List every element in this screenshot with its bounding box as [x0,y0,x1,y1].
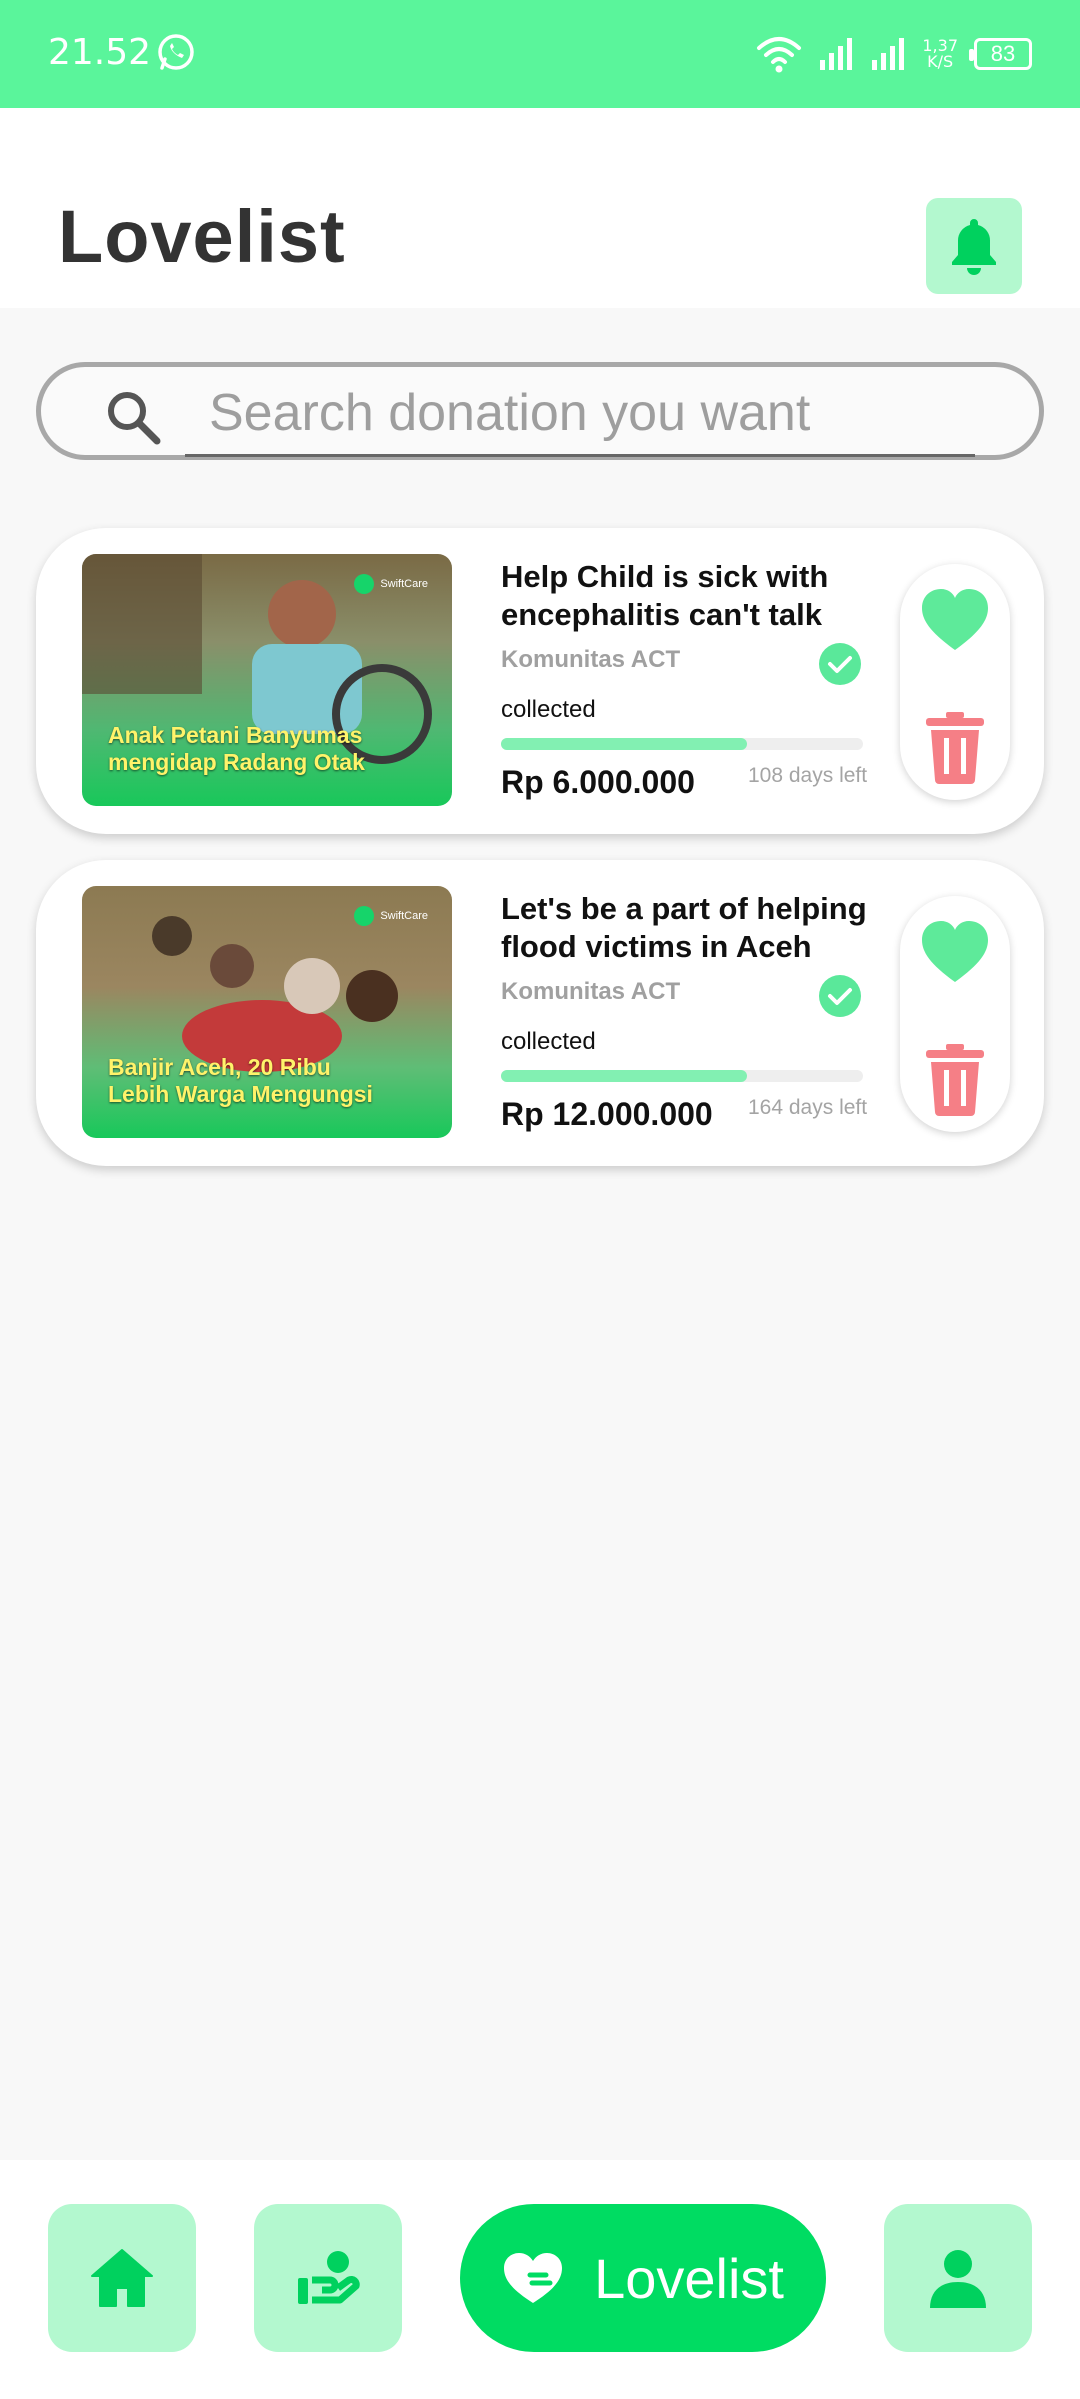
person-icon [930,2250,986,2308]
collected-amount: Rp 6.000.000 [501,764,695,800]
thumbnail-caption: Banjir Aceh, 20 Ribu Lebih Warga Mengung… [108,1053,373,1107]
nav-profile-button[interactable] [884,2204,1032,2352]
battery-icon: 83 [969,38,1032,70]
net-speed: 1,37 K/S [922,38,958,70]
trash-icon[interactable] [924,1042,986,1116]
donation-thumbnail[interactable]: SwiftCare Banjir Aceh, 20 Ribu Lebih War… [82,886,452,1138]
nav-lovelist-button[interactable]: Lovelist [460,2204,826,2352]
net-speed-unit: K/S [927,52,954,71]
nav-home-button[interactable] [48,2204,196,2352]
notification-button[interactable] [926,198,1022,294]
collected-label: collected [501,1028,596,1055]
nav-donate-button[interactable] [254,2204,402,2352]
signal-icon-2 [872,38,905,70]
progress-fill [501,1070,748,1082]
donation-thumbnail[interactable]: SwiftCare Anak Petani Banyumas mengidap … [82,554,452,806]
donate-hand-icon [298,2251,360,2304]
trash-icon[interactable] [924,710,986,784]
collected-label: collected [501,696,596,723]
home-icon [91,2249,153,2307]
donation-title[interactable]: Help Child is sick with encephalitis can… [501,558,901,634]
status-icons: 1,37 K/S 83 [756,30,1032,78]
thumbnail-brand: SwiftCare [354,574,428,594]
header: Lovelist [0,108,1080,308]
wifi-icon [757,37,802,73]
card-actions [900,564,1010,800]
page-title: Lovelist [58,195,346,278]
bottom-navigation: Lovelist [0,2160,1080,2399]
card-actions [900,896,1010,1132]
verified-check-icon [819,975,861,1017]
heart-icon[interactable] [920,586,990,656]
thumbnail-caption: Anak Petani Banyumas mengidap Radang Ota… [108,721,365,775]
heart-hand-icon [504,2253,563,2303]
days-left: 108 days left [748,764,868,787]
search-input[interactable] [207,377,1011,449]
donation-card[interactable]: SwiftCare Anak Petani Banyumas mengidap … [36,528,1044,834]
days-left: 164 days left [748,1096,868,1119]
verified-check-icon [819,643,861,685]
nav-active-label: Lovelist [594,2246,784,2310]
organization-name: Komunitas ACT [501,978,681,1005]
progress-fill [501,738,748,750]
status-time: 21.52 [48,32,152,73]
organization-name: Komunitas ACT [501,646,681,673]
search-icon [108,392,161,445]
heart-icon[interactable] [920,918,990,988]
bell-icon [952,219,996,275]
battery-level: 83 [990,41,1016,66]
donation-title[interactable]: Let's be a part of helping flood victims… [501,890,901,966]
thumbnail-brand: SwiftCare [354,906,428,926]
collected-amount: Rp 12.000.000 [501,1096,713,1132]
donation-card[interactable]: SwiftCare Banjir Aceh, 20 Ribu Lebih War… [36,860,1044,1166]
whatsapp-icon [158,34,194,70]
search-bar[interactable] [36,362,1044,460]
progress-bar [501,1070,863,1082]
progress-bar [501,738,863,750]
signal-icon [820,38,853,70]
search-underline [185,454,975,457]
status-bar: 21.52 1,37 K/S 83 [0,0,1080,108]
